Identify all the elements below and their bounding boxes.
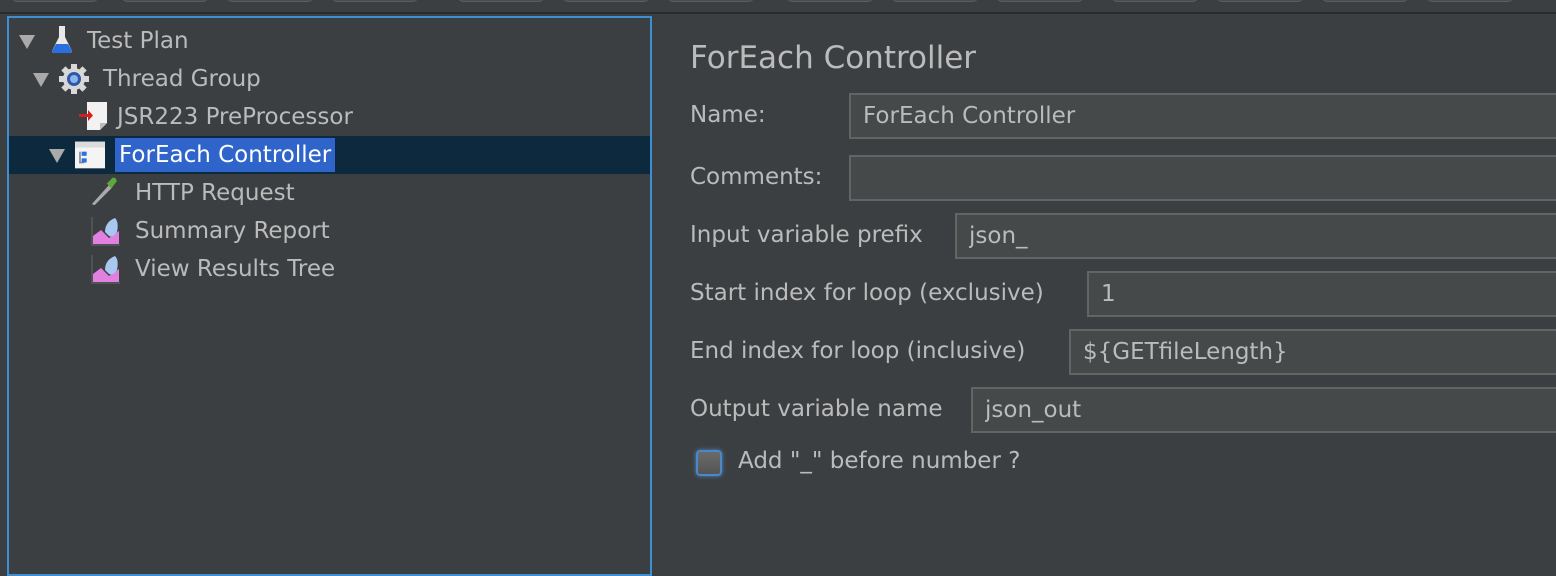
toolbar: [0, 0, 1556, 12]
panel-title: ForEach Controller: [690, 40, 977, 76]
toolbar-button[interactable]: [122, 0, 208, 2]
tree-node-label: HTTP Request: [135, 180, 295, 206]
tree-node-http-request[interactable]: HTTP Request: [9, 174, 650, 212]
comments-input[interactable]: [849, 155, 1556, 201]
toolbar-button[interactable]: [668, 0, 754, 2]
listener-chart-icon: [91, 255, 120, 284]
input-variable-prefix-input[interactable]: [955, 213, 1556, 259]
toolbar-button[interactable]: [892, 0, 978, 2]
output-variable-name-label: Output variable name: [690, 396, 943, 422]
toolbar-button[interactable]: [1322, 0, 1408, 2]
start-index-input[interactable]: [1087, 271, 1556, 317]
flask-icon: [52, 26, 72, 53]
toolbar-button[interactable]: [787, 0, 873, 2]
tree-node-label: JSR223 PreProcessor: [117, 104, 353, 130]
end-index-label: End index for loop (inclusive): [690, 338, 1026, 364]
toolbar-divider: [0, 12, 1556, 14]
toolbar-button[interactable]: [563, 0, 649, 2]
toolbar-button[interactable]: [1427, 0, 1513, 2]
name-label: Name:: [690, 102, 766, 128]
tree-node-view-results-tree[interactable]: View Results Tree: [9, 250, 650, 288]
tree-node-thread-group[interactable]: Thread Group: [9, 60, 650, 98]
start-index-label: Start index for loop (exclusive): [690, 280, 1044, 306]
name-input[interactable]: [849, 93, 1556, 139]
add-underscore-label[interactable]: Add "_" before number ?: [738, 448, 1020, 474]
tree-node-label: Thread Group: [103, 66, 261, 92]
expand-triangle-icon[interactable]: [19, 35, 35, 49]
comments-label: Comments:: [690, 164, 823, 190]
tree-node-test-plan[interactable]: Test Plan: [9, 22, 650, 60]
toolbar-button[interactable]: [458, 0, 544, 2]
expand-triangle-icon[interactable]: [49, 149, 65, 163]
end-index-input[interactable]: [1069, 329, 1556, 375]
tree-node-label: Test Plan: [87, 28, 189, 54]
add-underscore-checkbox[interactable]: [696, 450, 722, 476]
gear-icon: [59, 64, 89, 94]
preprocessor-icon: [79, 102, 107, 130]
test-plan-tree[interactable]: Test Plan Thread Group JSR223 PreProcess…: [7, 16, 652, 576]
toolbar-button[interactable]: [1217, 0, 1303, 2]
tree-node-foreach-controller[interactable]: ForEach Controller: [9, 136, 650, 174]
toolbar-button[interactable]: [12, 0, 98, 2]
toolbar-button[interactable]: [332, 0, 418, 2]
pipette-icon: [91, 177, 118, 206]
toolbar-button[interactable]: [227, 0, 313, 2]
input-variable-prefix-label: Input variable prefix: [690, 222, 923, 248]
tree-node-summary-report[interactable]: Summary Report: [9, 212, 650, 250]
toolbar-button[interactable]: [1112, 0, 1198, 2]
expand-triangle-icon[interactable]: [33, 73, 49, 87]
tree-node-label: Summary Report: [135, 218, 330, 244]
tree-node-jsr223-preprocessor[interactable]: JSR223 PreProcessor: [9, 98, 650, 136]
tree-node-label: ForEach Controller: [115, 138, 336, 172]
tree-node-label: View Results Tree: [135, 256, 336, 282]
foreach-controller-icon: [75, 141, 105, 169]
foreach-controller-editor: ForEach Controller Name: Comments: Input…: [654, 16, 1556, 558]
listener-chart-icon: [91, 217, 120, 246]
toolbar-button[interactable]: [997, 0, 1083, 2]
output-variable-name-input[interactable]: [971, 387, 1556, 433]
